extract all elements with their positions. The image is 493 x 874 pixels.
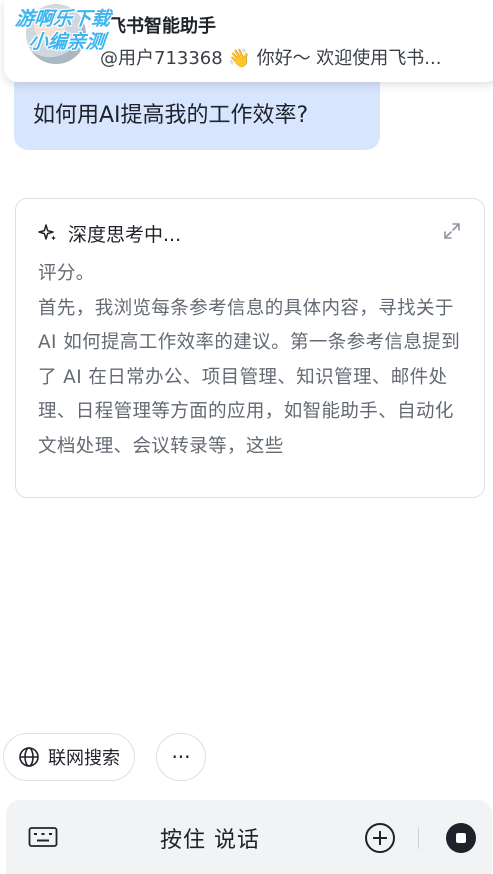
watermark: 游啊乐下载 小编亲测 bbox=[12, 8, 112, 54]
banner-title: 飞书智能助手 bbox=[108, 16, 216, 37]
user-message-bubble: 如何用AI提高我的工作效率? bbox=[14, 82, 380, 150]
input-bar: 按住 说话 bbox=[6, 800, 492, 874]
web-search-chip[interactable]: 联网搜索 bbox=[3, 733, 135, 781]
divider bbox=[418, 827, 419, 849]
expand-icon[interactable] bbox=[442, 221, 462, 241]
banner-message: @用户713368 👋 你好～ 欢迎使用飞书... bbox=[100, 48, 442, 69]
watermark-line-1: 游啊乐下载 bbox=[14, 8, 112, 30]
globe-icon bbox=[19, 747, 39, 767]
watermark-line-2: 小编亲测 bbox=[27, 30, 107, 53]
web-search-label: 联网搜索 bbox=[48, 748, 120, 769]
thinking-title: 深度思考中... bbox=[68, 223, 182, 246]
plus-circle-icon[interactable] bbox=[364, 822, 396, 854]
thinking-content: 评分。 首先，我浏览每条参考信息的具体内容，寻找关于 AI 如何提高工作效率的建… bbox=[38, 257, 468, 479]
thinking-paragraph: 评分。 bbox=[38, 263, 95, 284]
more-options-button[interactable]: ··· bbox=[156, 733, 206, 781]
keyboard-icon[interactable] bbox=[28, 825, 58, 849]
stop-icon[interactable] bbox=[445, 822, 477, 854]
thinking-card: 深度思考中... 评分。 首先，我浏览每条参考信息的具体内容，寻找关于 AI 如… bbox=[15, 198, 485, 498]
thinking-paragraph: 首先，我浏览每条参考信息的具体内容，寻找关于 AI 如何提高工作效率的建议。第一… bbox=[38, 297, 461, 457]
hold-to-talk-button[interactable]: 按住 说话 bbox=[160, 822, 260, 854]
sparkle-icon bbox=[38, 224, 56, 241]
thinking-header: 深度思考中... bbox=[38, 219, 181, 247]
